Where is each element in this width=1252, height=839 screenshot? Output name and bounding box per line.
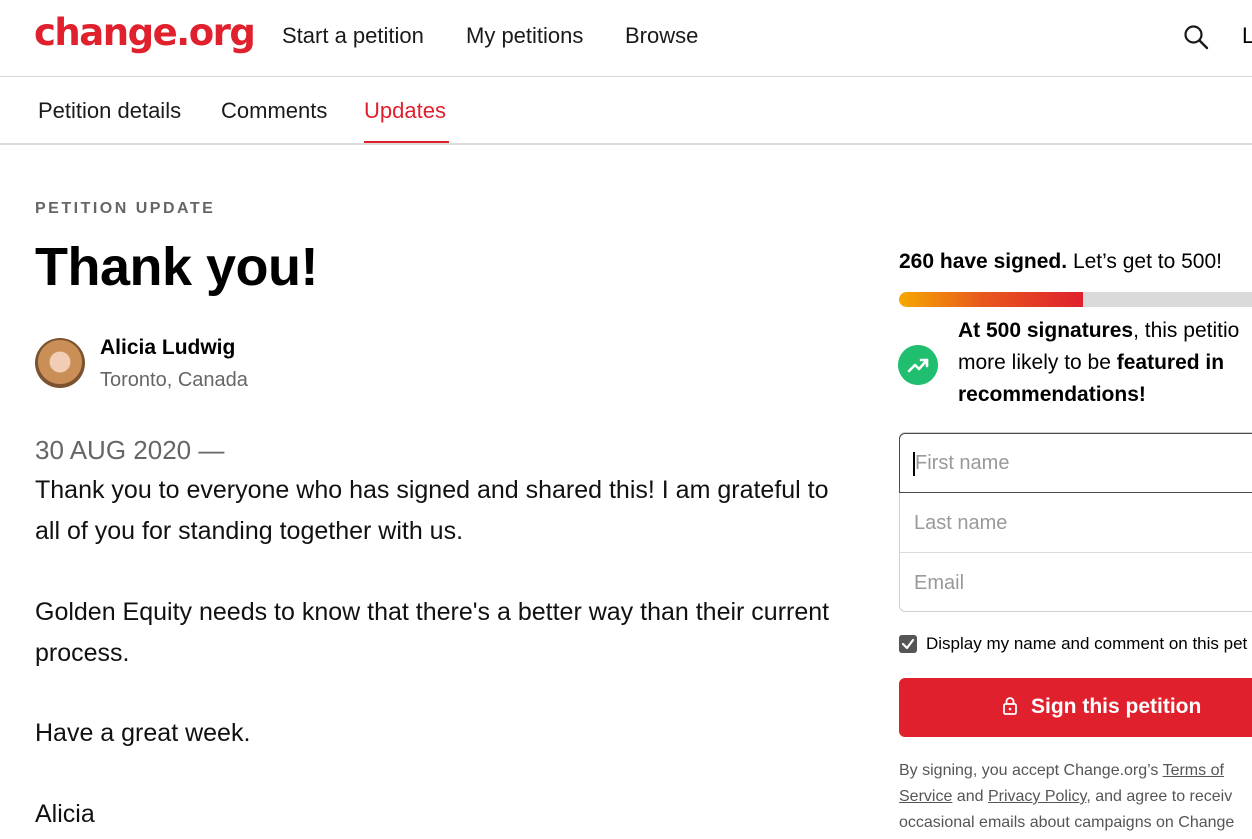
update-title: Thank you!: [35, 237, 319, 297]
active-tab-indicator: [364, 141, 449, 143]
milestone-message: At 500 signatures, this petitio more lik…: [958, 315, 1252, 411]
first-name-field[interactable]: [899, 433, 1252, 493]
search-icon[interactable]: [1183, 24, 1209, 50]
text-cursor: [913, 452, 915, 476]
nav-browse[interactable]: Browse: [625, 23, 698, 49]
legal-text: , and agree to receiv: [1086, 788, 1233, 805]
signature-goal-text: Let’s get to 500!: [1072, 250, 1222, 273]
top-navigation: change.org Start a petition My petitions…: [0, 0, 1252, 77]
legal-text: and: [952, 788, 988, 805]
signature-progress-fill: [899, 292, 1083, 307]
update-eyebrow: PETITION UPDATE: [35, 200, 216, 217]
legal-notice: By signing, you accept Change.org’s Term…: [899, 758, 1252, 836]
author-avatar: [35, 338, 85, 388]
privacy-policy-link[interactable]: Privacy Policy: [988, 788, 1086, 805]
milestone-bold: At 500 signatures: [958, 319, 1134, 342]
petition-tabs: Petition details Comments Updates: [0, 77, 1252, 145]
milestone-bold: featured in: [1116, 351, 1225, 374]
display-name-checkbox[interactable]: [899, 635, 917, 653]
author-name[interactable]: Alicia Ludwig: [100, 336, 235, 360]
display-name-label[interactable]: Display my name and comment on this pet: [926, 634, 1247, 654]
lock-icon: [1003, 697, 1017, 715]
terms-of-service-link[interactable]: Terms of: [1163, 762, 1224, 779]
sign-petition-button[interactable]: Sign this petition: [899, 678, 1252, 737]
tab-updates[interactable]: Updates: [364, 98, 446, 124]
milestone-text: more likely to be: [958, 351, 1117, 374]
trending-up-icon: [898, 345, 938, 385]
legal-text: occasional emails about campaigns on Cha…: [899, 814, 1235, 831]
terms-of-service-link[interactable]: Service: [899, 788, 952, 805]
nav-start-petition[interactable]: Start a petition: [282, 23, 424, 49]
milestone-text: , this petitio: [1133, 319, 1240, 342]
update-paragraph: Thank you to everyone who has signed and…: [35, 476, 829, 545]
author-location: Toronto, Canada: [100, 369, 248, 391]
email-field[interactable]: [899, 553, 1252, 613]
legal-text: By signing, you accept Change.org’s: [899, 762, 1163, 779]
tab-comments[interactable]: Comments: [221, 98, 327, 124]
nav-my-petitions[interactable]: My petitions: [466, 23, 583, 49]
sign-petition-label: Sign this petition: [1031, 695, 1202, 718]
update-signoff: Alicia: [35, 800, 95, 828]
signature-progress-bar: [899, 292, 1252, 307]
last-name-field[interactable]: [899, 493, 1252, 553]
update-date: 30 AUG 2020 —: [35, 435, 225, 465]
signature-count: 260 have signed. Let’s get to 500!: [899, 250, 1222, 274]
tab-petition-details[interactable]: Petition details: [38, 98, 181, 124]
update-paragraph: Have a great week.: [35, 719, 251, 747]
milestone-bold: recommendations!: [958, 383, 1146, 406]
update-paragraph: Golden Equity needs to know that there's…: [35, 598, 830, 667]
change-org-logo[interactable]: change.org: [34, 11, 256, 54]
login-link[interactable]: L: [1242, 23, 1252, 49]
signed-count-text: 260 have signed.: [899, 250, 1068, 273]
